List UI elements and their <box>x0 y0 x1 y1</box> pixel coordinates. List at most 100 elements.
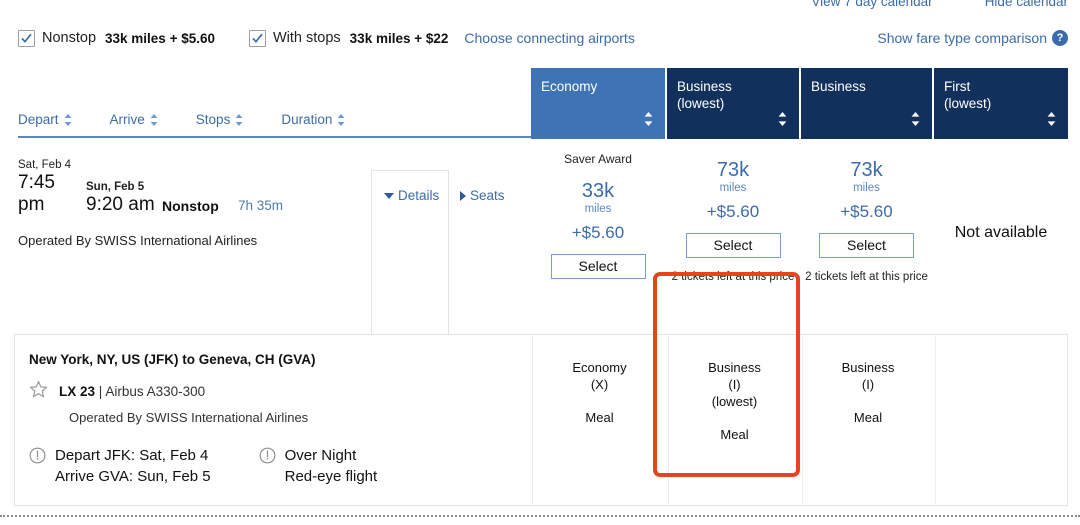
sort-header-depart[interactable]: Depart <box>18 112 72 127</box>
depart-time: 7:45 pm <box>18 172 55 215</box>
sort-icon[interactable] <box>1047 112 1056 130</box>
seats-label: Seats <box>470 188 505 203</box>
miles-unit: miles <box>584 203 612 215</box>
flight-note: Over Night Red-eye flight <box>259 445 378 487</box>
cash-amount: +$5.60 <box>571 223 625 242</box>
cabin-info: Business (I) Meal <box>803 359 933 426</box>
sort-header-label: Arrive <box>109 112 145 127</box>
seats-toggle[interactable]: Seats <box>460 188 505 203</box>
flight-notes: Depart JFK: Sat, Feb 4 Arrive GVA: Sun, … <box>29 445 377 487</box>
fare-column-subtitle: (lowest) <box>944 96 992 111</box>
duration-value: 7h 35m <box>238 198 284 213</box>
note-text: Depart JFK: Sat, Feb 4 Arrive GVA: Sun, … <box>55 445 211 487</box>
depart-block: Sat, Feb 4 7:45 pm <box>18 159 86 216</box>
note-line-2: Red-eye flight <box>284 468 378 485</box>
chevron-right-icon <box>460 190 466 201</box>
cabin-cell-first <box>935 335 1068 505</box>
with-stops-checkbox[interactable] <box>248 29 266 47</box>
flight-detail-panel: New York, NY, US (JFK) to Geneva, CH (GV… <box>14 334 1068 506</box>
fare-column-header-first-lowest[interactable]: First (lowest) <box>934 68 1068 139</box>
flight-number-value: LX 23 <box>59 383 96 399</box>
arrive-time: 9:20 am <box>86 194 155 215</box>
miles-unit: miles <box>719 182 747 194</box>
sort-icon[interactable] <box>911 112 920 130</box>
warning-circle-icon <box>29 447 46 470</box>
cabin-name: Economy <box>572 360 627 375</box>
fare-column-header-economy[interactable]: Economy <box>531 68 665 139</box>
select-button-business[interactable]: Select <box>819 233 914 258</box>
note-line-1: Over Night <box>284 447 357 464</box>
cabin-cell-business: Business (I) Meal <box>802 335 933 505</box>
tickets-left-text: 2 tickets left at this price <box>671 271 795 283</box>
cabin-name: Business <box>841 360 895 375</box>
fare-class-header-band: Economy Business (lowest) Business First… <box>0 68 1080 139</box>
question-mark-icon[interactable]: ? <box>1052 30 1068 46</box>
cabin-cell-economy: Economy (X) Meal <box>532 335 666 505</box>
filter-bar: Nonstop 33k miles + $5.60 With stops 33k… <box>18 27 1070 49</box>
cabin-info: Economy (X) Meal <box>533 359 666 426</box>
nonstop-label: Nonstop <box>42 30 97 46</box>
tickets-left-text: 2 tickets left at this price <box>805 271 928 283</box>
sort-header-duration[interactable]: Duration <box>281 112 345 127</box>
miles-amount: 33k <box>581 180 615 202</box>
cabin-lowest: (lowest) <box>711 394 758 409</box>
fare-cell-business: 73k miles +$5.60 Select 2 tickets left a… <box>801 145 932 330</box>
aircraft-type: Airbus A330-300 <box>105 383 206 399</box>
select-button-economy[interactable]: Select <box>550 254 646 279</box>
nonstop-checkbox[interactable] <box>18 29 35 47</box>
header-divider <box>18 136 531 138</box>
sort-icon <box>64 113 71 126</box>
sort-header-arrive[interactable]: Arrive <box>110 112 158 127</box>
details-toggle[interactable]: Details <box>384 188 439 203</box>
star-icon[interactable] <box>29 380 48 402</box>
show-fare-type-comparison-link[interactable]: Show fare type comparison <box>877 30 1047 46</box>
with-stops-price: 33k miles + $22 <box>349 30 449 46</box>
miles-unit: miles <box>853 182 880 194</box>
calendar-links: View 7 day calendar Hide calendar <box>811 0 1068 9</box>
flight-summary: Sat, Feb 4 7:45 pm Sun, Feb 5 9:20 am No… <box>18 159 283 248</box>
fare-column-title: Business <box>811 79 866 94</box>
choose-connecting-airports-link[interactable]: Choose connecting airports <box>464 30 634 46</box>
nonstop-price: 33k miles + $5.60 <box>105 30 215 46</box>
fare-column-header-business[interactable]: Business <box>801 68 932 139</box>
hide-calendar-link[interactable]: Hide calendar <box>985 0 1068 9</box>
warning-circle-icon <box>259 447 276 470</box>
sort-icon[interactable] <box>644 112 653 130</box>
select-button-business-lowest[interactable]: Select <box>685 233 781 258</box>
fare-type-comparison[interactable]: Show fare type comparison ? <box>877 30 1070 46</box>
fare-column-subtitle: (lowest) <box>677 96 725 111</box>
sort-icon[interactable] <box>778 112 787 130</box>
flight-identity: LX 23 | Airbus A330-300 <box>29 380 377 402</box>
sort-header-label: Depart <box>18 112 59 127</box>
view-7-day-calendar-link[interactable]: View 7 day calendar <box>811 0 932 9</box>
chevron-down-icon <box>384 192 394 199</box>
cabin-cell-business-lowest: Business (I) (lowest) Meal <box>668 335 800 505</box>
note-text: Over Night Red-eye flight <box>285 445 378 487</box>
fare-column-title: Business <box>677 79 732 94</box>
fare-column-title: Economy <box>541 79 598 94</box>
cabin-code: (X) <box>590 377 609 392</box>
cash-amount: +$5.60 <box>840 202 893 221</box>
fare-column-header-business-lowest[interactable]: Business (lowest) <box>667 68 799 139</box>
cabin-name: Business <box>708 360 761 375</box>
sort-icon <box>235 113 243 126</box>
operated-by-text: Operated By SWISS International Airlines <box>18 233 258 248</box>
fare-cell-first: Not available <box>934 145 1068 330</box>
fare-cell-economy: Saver Award 33k miles +$5.60 Select <box>531 145 665 330</box>
detail-left-column: New York, NY, US (JFK) to Geneva, CH (GV… <box>29 352 377 487</box>
with-stops-label: With stops <box>272 30 341 46</box>
note-line-2: Arrive GVA: Sun, Feb 5 <box>55 468 211 485</box>
sort-header-label: Duration <box>281 112 333 127</box>
note-line-1: Depart JFK: Sat, Feb 4 <box>55 447 209 464</box>
cabin-info: Business (I) (lowest) Meal <box>669 359 800 443</box>
miles-amount: 73k <box>716 159 750 181</box>
sort-icon <box>337 113 345 126</box>
details-label: Details <box>398 188 440 203</box>
fare-cell-business-lowest: 73k miles +$5.60 Select 2 tickets left a… <box>667 145 799 330</box>
arrive-date: Sun, Feb 5 <box>86 181 145 193</box>
cabin-meal: Meal <box>720 427 749 442</box>
sort-headers: Depart Arrive Stops Duration <box>18 112 345 127</box>
sort-header-stops[interactable]: Stops <box>196 112 244 127</box>
separator: | <box>98 383 103 399</box>
award-search-results: View 7 day calendar Hide calendar Nonsto… <box>0 0 1080 525</box>
